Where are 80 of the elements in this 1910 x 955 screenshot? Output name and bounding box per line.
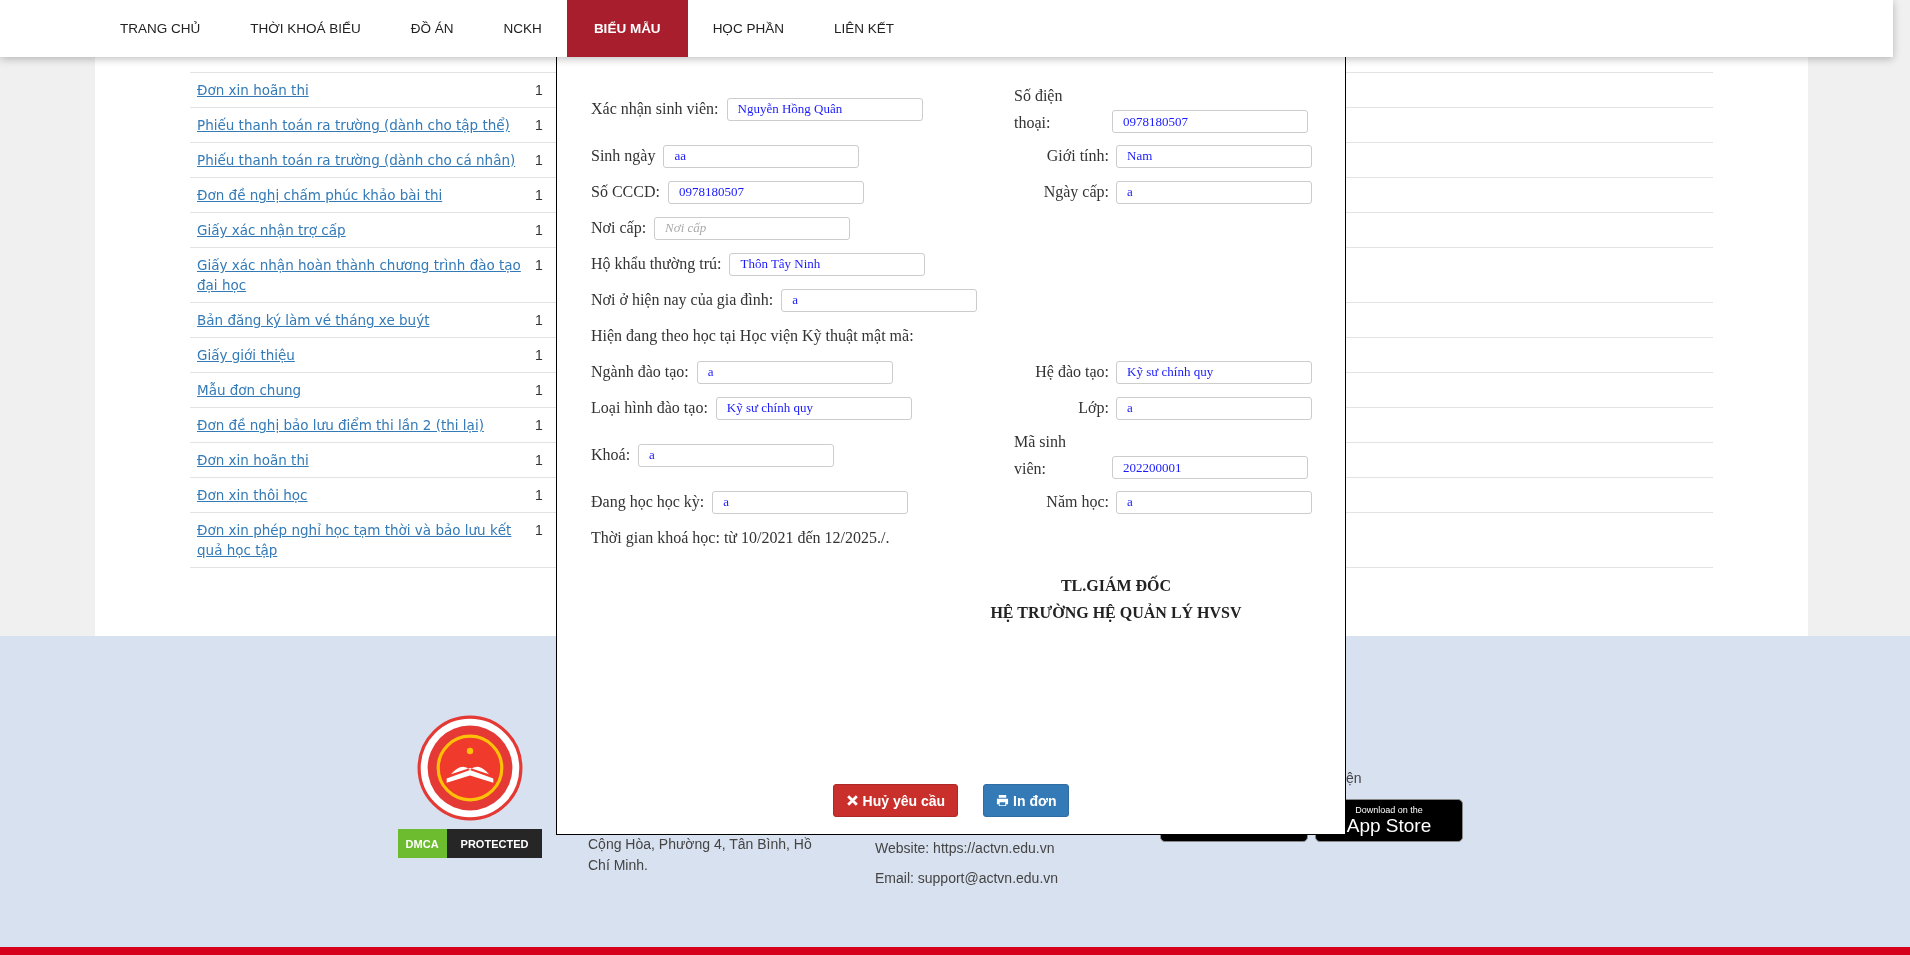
field-label: Ngày cấp: [1042,183,1109,201]
form-link[interactable]: Phiếu thanh toán ra trường (dành cho cá nhân) [197,150,527,170]
printer-icon [996,794,1010,807]
field-label: Số điện thoại: [1014,86,1064,133]
form-link[interactable]: Đơn xin hoãn thi [197,450,527,470]
input-field[interactable]: Thôn Tây Ninh [729,252,926,276]
table-cell-text: 1 [535,151,543,170]
nav-tab[interactable]: BIỂU MẪU [566,0,688,57]
address-text: Cộng Hòa, Phường 4, Tân Bình, Hồ Chí Minh. [588,836,812,873]
nav-tab[interactable]: THỜI KHOÁ BIỂU [225,0,386,57]
field-label: Lớp: [1077,399,1109,417]
field-label: Sinh ngày [591,147,656,165]
input-field[interactable]: 0978180507 [1112,110,1308,133]
form-text: Thời gian khoá học: từ 10/2021 đến 12/2025./. [591,529,890,547]
form-text: Hiện đang theo học tại Học viện Kỹ thuật mật mã: [591,327,914,345]
input-field[interactable]: a [781,288,978,312]
table-cell-text: 1 [535,116,543,135]
field-label: Đang học học kỳ: [591,493,705,511]
input-field[interactable]: 0978180507 [667,180,864,204]
field-label: Hộ khẩu thường trú: [591,255,722,273]
nav-tab[interactable]: LIÊN KẾT [808,0,919,57]
input-field[interactable]: Nguyễn Hồng Quân [726,97,923,121]
field-label: Mã sinh viên: [1014,432,1067,479]
form-link[interactable]: Đơn xin hoãn thi [197,80,527,100]
form-link[interactable]: Giấy giới thiệu [197,345,527,365]
nav-tab[interactable]: NCKH [478,0,567,57]
table-cell-text: 1 [535,81,543,100]
input-field[interactable]: aa [663,144,860,168]
field-label: Loại hình đào tạo: [591,399,708,417]
table-cell-text: 1 [535,221,543,240]
print-button[interactable]: In đơn [983,784,1070,817]
table-cell-text: 1 [535,451,543,470]
input-field[interactable]: a [1116,396,1312,420]
field-label: Ngành đào tạo: [591,363,689,381]
form-link[interactable]: Phiếu thanh toán ra trường (dành cho tập thể) [197,115,527,135]
form-link[interactable]: Mẫu đơn chung [197,380,527,400]
table-cell-text: 1 [535,311,543,330]
academy-logo-icon [417,715,523,821]
form-link[interactable]: Đơn đề nghị chấm phúc khảo bài thi [197,185,527,205]
email-text: Email: support@actvn.edu.vn [875,869,1060,887]
close-icon [845,794,859,807]
input-field[interactable]: Kỹ sư chính quy [715,396,912,420]
table-cell-text: 1 [535,256,543,275]
nav-tab[interactable]: ĐỒ ÁN [385,0,479,57]
form-link[interactable]: Đơn đề nghị bảo lưu điểm thi lần 2 (thi lại) [197,415,527,435]
table-cell-text: 1 [535,186,543,205]
nav-tab[interactable]: TRANG CHỦ [95,0,226,57]
table-cell-text: 1 [535,486,543,505]
input-field[interactable]: a [638,443,835,467]
input-field[interactable]: a [696,360,893,384]
website-text: Website: https://actvn.edu.vn [875,839,1056,857]
field-label: Giới tính: [1045,147,1109,165]
field-label: Số CCCD: [591,183,660,201]
cancel-button[interactable]: Huỷ yêu cầu [832,784,959,817]
form-link[interactable]: Bản đăng ký làm vé tháng xe buýt [197,310,527,330]
input-field[interactable]: a [1116,490,1312,514]
input-field[interactable]: a [712,490,909,514]
field-label: Hệ đào tạo: [1034,363,1109,381]
table-cell-text: 1 [535,416,543,435]
input-field[interactable]: Kỹ sư chính quy [1116,360,1312,384]
table-cell-text: 1 [535,521,543,540]
apps-heading: ện [1346,770,1362,786]
field-label: Nơi cấp: [591,219,647,237]
form-link[interactable]: Giấy xác nhận trợ cấp [197,220,527,240]
field-label: Khoá: [591,446,631,464]
field-label: Nơi ở hiện nay của gia đình: [591,291,774,309]
field-label: Năm học: [1045,493,1109,511]
input-field[interactable]: Nam [1116,144,1312,168]
input-field[interactable]: Nơi cấp [654,216,851,240]
form-link[interactable]: Đơn xin phép nghỉ học tạm thời và bảo lưu kết quả học tập [197,520,527,560]
form-link[interactable]: Giấy xác nhận hoàn thành chương trình đào tạo đại học [197,255,527,295]
input-field[interactable]: a [1116,180,1312,204]
input-field[interactable]: 202200001 [1112,456,1308,479]
nav-tab[interactable]: HỌC PHẦN [687,0,809,57]
field-label: Xác nhận sinh viên: [591,100,719,118]
table-cell-text: 1 [535,346,543,365]
signature-title: HỆ TRƯỜNG HỆ QUẢN LÝ HVSV [990,602,1242,624]
form-link[interactable]: Đơn xin thôi học [197,485,527,505]
table-cell-text: 1 [535,381,543,400]
signature-title: TL.GIÁM ĐỐC [1060,574,1172,596]
